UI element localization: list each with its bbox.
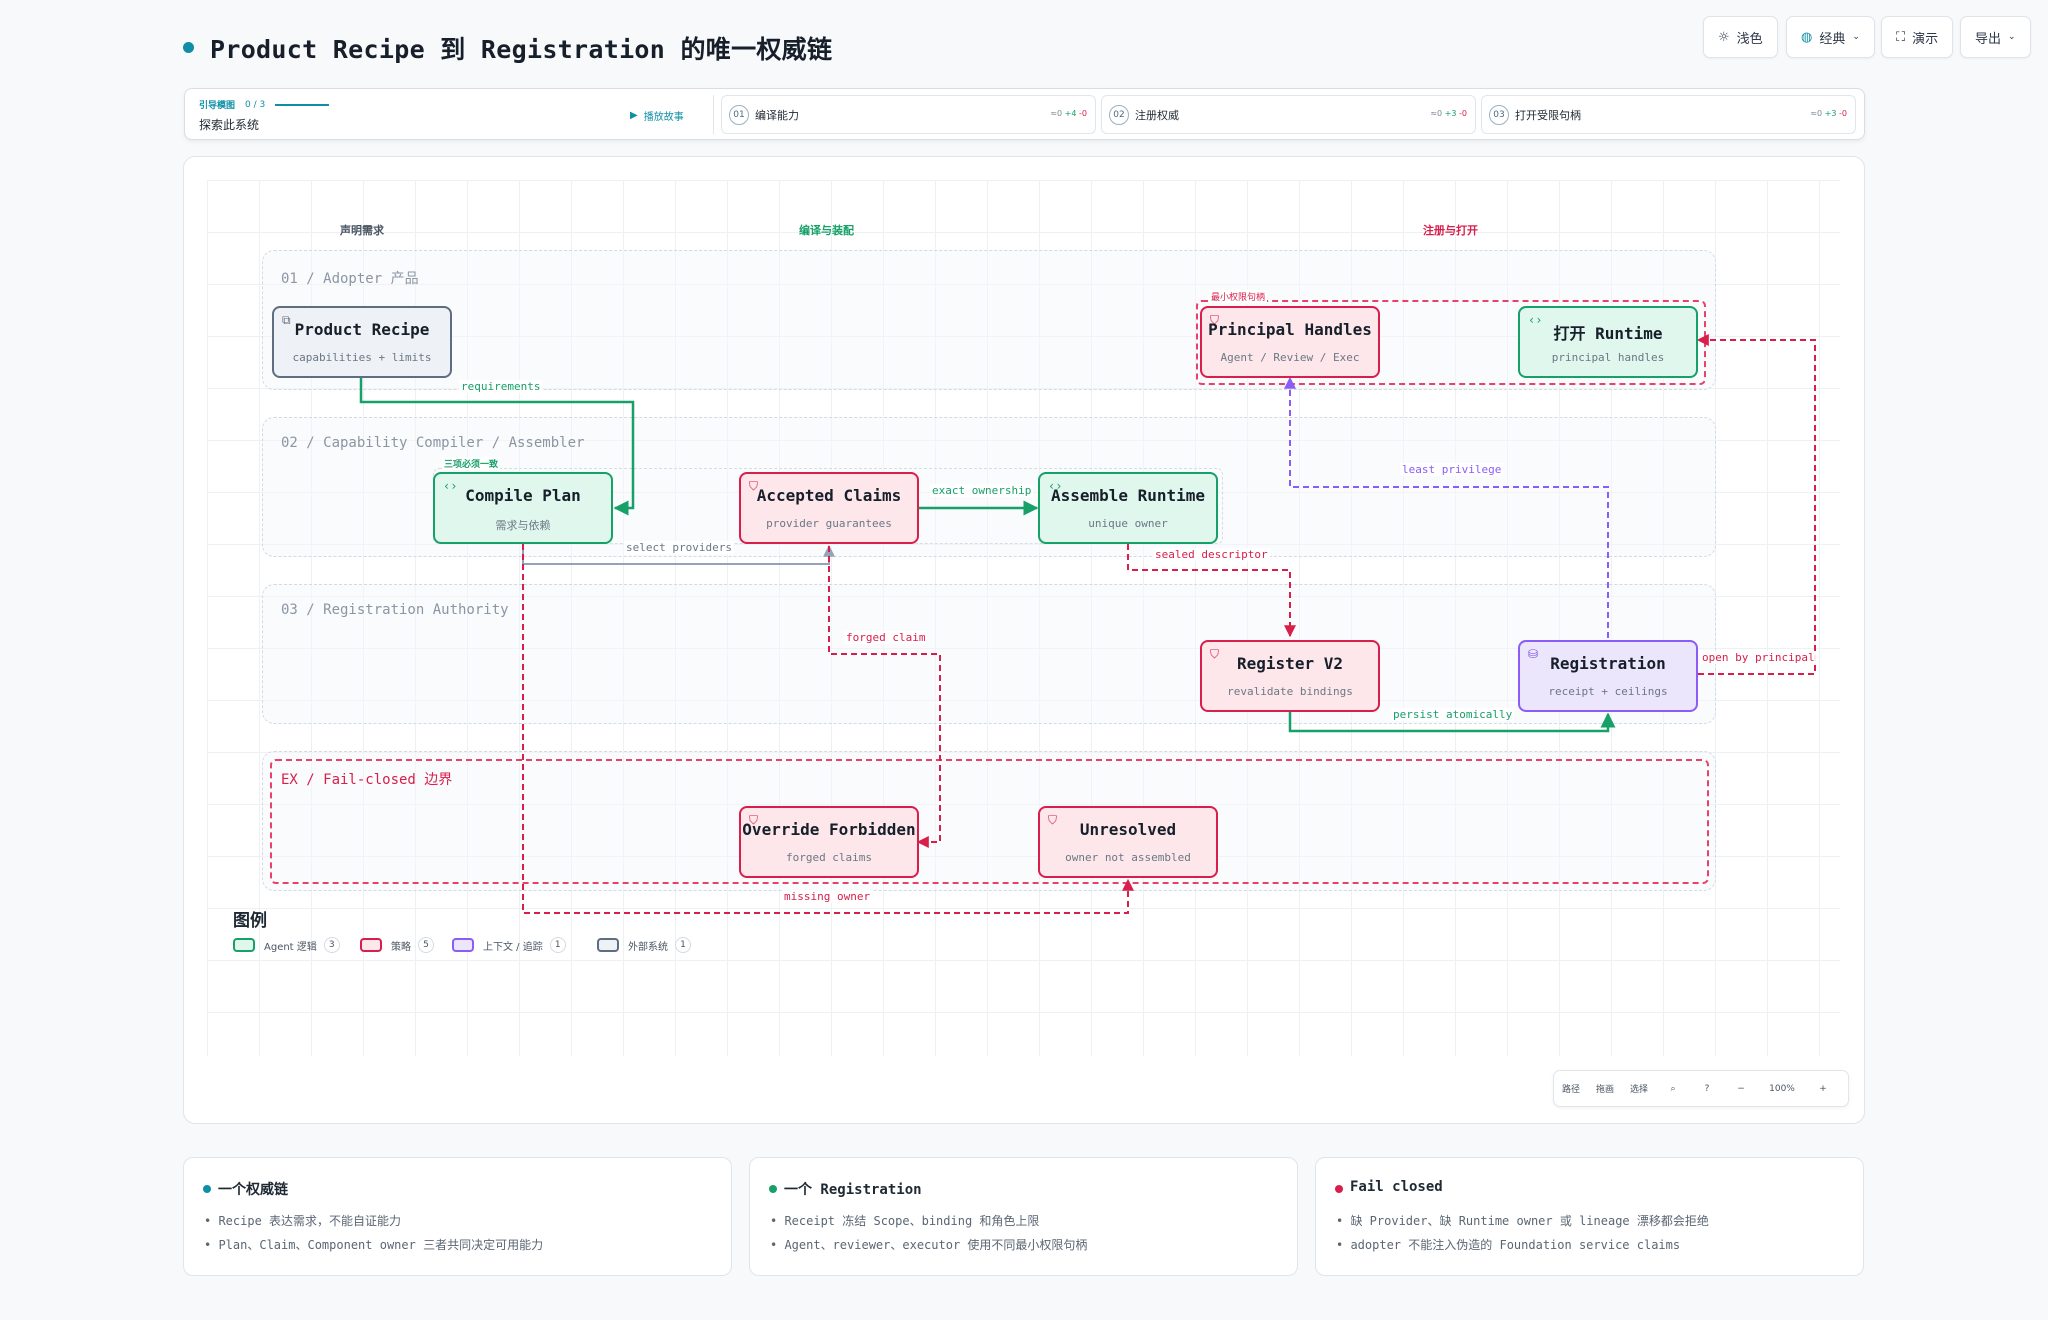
node-title: 打开 Runtime [1553, 324, 1663, 343]
card-line: • Recipe 表达需求，不能自证能力 [204, 1214, 402, 1228]
legend-swatch [452, 938, 474, 952]
legend-swatch [233, 938, 255, 952]
node-title: Registration [1550, 654, 1666, 673]
legend-title: 图例 [233, 911, 267, 931]
legend-count: 3 [323, 937, 340, 953]
node-subtitle: receipt + ceilings [1548, 685, 1668, 698]
edge-label: persist atomically [1391, 708, 1515, 721]
summary-card-authority: 一个权威链 • Recipe 表达需求，不能自证能力 • Plan、Claim、… [183, 1157, 732, 1276]
legend-item-agent[interactable]: Agent 逻辑 3 [233, 937, 340, 953]
legend-label: 外部系统 [628, 941, 668, 953]
legend-item-external[interactable]: 外部系统 1 [597, 937, 691, 953]
node-subtitle: revalidate bindings [1227, 685, 1353, 698]
card-dot [769, 1185, 777, 1193]
node-subtitle: forged claims [785, 851, 873, 864]
zoom-toolbar: 路径 拖画 选择 ⌕ ? − 100% + [1553, 1070, 1849, 1107]
legend-label: 上下文 / 追踪 [483, 941, 543, 953]
card-line: • Receipt 冻结 Scope、binding 和角色上限 [770, 1214, 1040, 1228]
edge-label: missing owner [782, 890, 873, 903]
node-title: Register V2 [1237, 654, 1343, 673]
card-title: Fail closed [1350, 1179, 1443, 1195]
node-title: Unresolved [1079, 820, 1177, 839]
card-title: 一个 Registration [784, 1182, 922, 1198]
node-title: Product Recipe [294, 320, 430, 339]
node-accepted-claims[interactable]: ⛉ Accepted Claims provider guarantees [739, 472, 919, 544]
card-line: • 缺 Provider、缺 Runtime owner 或 lineage 漂… [1336, 1214, 1709, 1228]
legend-item-policy[interactable]: 策略 5 [360, 937, 434, 953]
card-line: • Plan、Claim、Component owner 三者共同决定可用能力 [204, 1238, 544, 1252]
node-subtitle: provider guarantees [766, 517, 892, 530]
path-tool[interactable]: 路径 [1554, 1082, 1588, 1095]
summary-card-fail-closed: Fail closed • 缺 Provider、缺 Runtime owner… [1315, 1157, 1864, 1276]
node-principal-handles[interactable]: ⛉ Principal Handles Agent / Review / Exe… [1200, 306, 1380, 378]
card-line: • adopter 不能注入伪造的 Foundation service cla… [1336, 1238, 1681, 1252]
node-product-recipe[interactable]: ⧉ Product Recipe capabilities + limits [272, 306, 452, 378]
node-register-v2[interactable]: ⛉ Register V2 revalidate bindings [1200, 640, 1380, 712]
edge-open-by-principal [1696, 334, 1816, 675]
node-compile-plan[interactable]: ‹› Compile Plan 需求与依赖 [433, 472, 613, 544]
node-subtitle: capabilities + limits [292, 351, 432, 364]
legend-count: 1 [549, 937, 566, 953]
node-override-forbidden[interactable]: ⛉ Override Forbidden forged claims [739, 806, 919, 878]
node-title: Compile Plan [465, 486, 581, 505]
node-subtitle: 需求与依赖 [495, 519, 551, 532]
search-icon[interactable]: ⌕ [1656, 1084, 1690, 1094]
edge-label: requirements [459, 380, 543, 393]
node-title: Principal Handles [1208, 320, 1372, 339]
edge-label: open by principal [1700, 651, 1817, 664]
legend-swatch [360, 938, 382, 952]
node-subtitle: principal handles [1551, 351, 1665, 364]
node-unresolved[interactable]: ⛉ Unresolved owner not assembled [1038, 806, 1218, 878]
summary-card-registration: 一个 Registration • Receipt 冻结 Scope、bindi… [749, 1157, 1298, 1276]
edge-forged-claim [828, 546, 941, 848]
node-subtitle: owner not assembled [1065, 851, 1191, 864]
legend-count: 5 [418, 937, 434, 953]
card-title: 一个权威链 [218, 1182, 288, 1198]
zoom-level: 100% [1769, 1083, 1795, 1094]
edge-label: least privilege [1400, 463, 1504, 476]
node-registration[interactable]: ⛁ Registration receipt + ceilings [1518, 640, 1698, 712]
node-open-runtime[interactable]: ‹› 打开 Runtime principal handles [1518, 306, 1698, 378]
help-icon[interactable]: ? [1690, 1084, 1724, 1094]
node-subtitle: unique owner [1088, 517, 1168, 530]
node-title: Override Forbidden [742, 820, 916, 839]
legend-count: 1 [675, 937, 691, 953]
zoom-in-button[interactable]: + [1806, 1084, 1840, 1094]
legend-label: Agent 逻辑 [264, 941, 317, 953]
card-dot [203, 1185, 211, 1193]
drag-tool[interactable]: 拖画 [1588, 1082, 1622, 1095]
select-tool[interactable]: 选择 [1622, 1082, 1656, 1095]
node-title: Accepted Claims [756, 486, 902, 505]
node-subtitle: Agent / Review / Exec [1220, 351, 1360, 364]
node-title: Assemble Runtime [1050, 486, 1206, 505]
node-assemble-runtime[interactable]: ‹› Assemble Runtime unique owner [1038, 472, 1218, 544]
card-line: • Agent、reviewer、executor 使用不同最小权限句柄 [770, 1238, 1088, 1252]
edge-label: select providers [624, 541, 734, 554]
zoom-out-button[interactable]: − [1724, 1084, 1758, 1094]
legend-label: 策略 [391, 941, 411, 953]
edge-label: exact ownership [930, 484, 1034, 497]
legend-swatch [597, 938, 619, 952]
edge-least-privilege [1284, 376, 1609, 638]
edge-label: forged claim [844, 631, 928, 644]
edge-label: sealed descriptor [1153, 548, 1270, 561]
card-dot [1335, 1185, 1343, 1193]
legend-item-context[interactable]: 上下文 / 追踪 1 [452, 937, 566, 953]
